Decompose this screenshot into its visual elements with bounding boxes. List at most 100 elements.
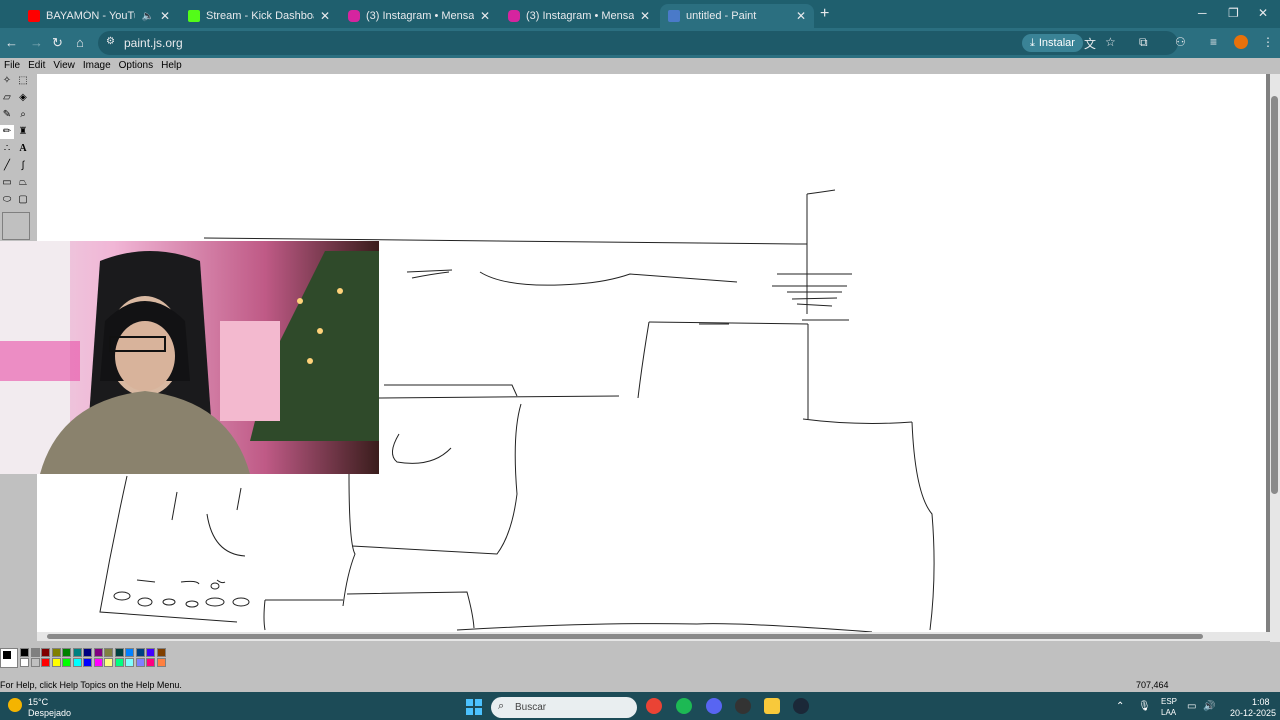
magnifier-tool-icon[interactable]: ⌕ (16, 108, 30, 122)
clock-date[interactable]: 20-12-2025 (1230, 708, 1276, 718)
weather-temperature[interactable]: 15°C (28, 697, 48, 707)
palette-swatch[interactable] (146, 648, 155, 657)
obs-taskbar-icon[interactable] (735, 698, 751, 714)
rectangle-tool-icon[interactable]: ▭ (0, 176, 14, 190)
taskbar-search[interactable] (491, 697, 637, 718)
home-icon[interactable]: ⌂ (76, 35, 84, 50)
palette-swatch[interactable] (114, 658, 124, 667)
palette-swatch[interactable] (135, 648, 145, 657)
keyboard-layout[interactable]: LAA (1161, 708, 1176, 717)
palette-swatch[interactable] (114, 648, 124, 657)
palette-swatch[interactable] (72, 658, 82, 667)
menu-view[interactable]: View (49, 58, 79, 74)
palette-swatch[interactable] (20, 658, 29, 667)
palette-swatch[interactable] (30, 648, 40, 657)
menu-edit[interactable]: Edit (24, 58, 49, 74)
menu-image[interactable]: Image (79, 58, 115, 74)
horizontal-scroll-thumb[interactable] (47, 634, 1203, 639)
menu-options[interactable]: Options (115, 58, 157, 74)
palette-swatch[interactable] (51, 658, 61, 667)
palette-swatch[interactable] (146, 658, 155, 667)
tool-options-panel[interactable] (2, 212, 30, 240)
palette-swatch[interactable] (41, 648, 50, 657)
discord-taskbar-icon[interactable] (706, 698, 722, 714)
reload-icon[interactable]: ↻ (52, 35, 63, 51)
palette-swatch[interactable] (104, 648, 113, 657)
incognito-icon[interactable]: ⚇ (1175, 35, 1186, 49)
close-tab-icon[interactable]: ✕ (160, 9, 170, 23)
chrome-taskbar-icon[interactable] (646, 698, 662, 714)
close-tab-icon[interactable]: ✕ (480, 9, 490, 23)
airbrush-tool-icon[interactable]: ∴ (0, 142, 14, 156)
palette-swatch[interactable] (93, 648, 103, 657)
rounded-rect-tool-icon[interactable]: ▢ (16, 193, 30, 207)
restore-icon[interactable]: ❐ (1228, 6, 1239, 20)
tab-instagram-1[interactable]: (3) Instagram • Mensajes ✕ (340, 4, 498, 28)
tray-chevron-up-icon[interactable]: ⌃ (1116, 701, 1124, 712)
palette-swatch[interactable] (135, 658, 145, 667)
palette-swatch[interactable] (62, 658, 71, 667)
profile-avatar[interactable] (1234, 35, 1248, 49)
close-tab-icon[interactable]: ✕ (320, 9, 330, 23)
fill-tool-icon[interactable]: ◈ (16, 91, 30, 105)
speaker-icon[interactable]: 🔈 (141, 11, 153, 22)
extensions-icon[interactable]: ⧉ (1139, 35, 1148, 50)
forward-icon[interactable]: → (30, 35, 43, 50)
media-controls-icon[interactable]: ≡ (1210, 35, 1217, 49)
microphone-icon[interactable]: 🎙 (1138, 701, 1151, 712)
current-colors[interactable] (0, 648, 18, 668)
network-icon[interactable]: ▭ (1187, 701, 1196, 712)
curve-tool-icon[interactable]: ∫ (16, 159, 30, 173)
polygon-tool-icon[interactable]: ⏢ (16, 176, 30, 190)
minimize-icon[interactable]: ─ (1198, 6, 1207, 20)
site-info-icon[interactable]: ⚙ (106, 36, 115, 47)
palette-swatch[interactable] (72, 648, 82, 657)
palette-swatch[interactable] (156, 658, 166, 667)
spotify-taskbar-icon[interactable] (676, 698, 692, 714)
back-icon[interactable]: ← (5, 35, 18, 50)
color-picker-tool-icon[interactable]: ✎ (0, 108, 14, 122)
tab-instagram-2[interactable]: (3) Instagram • Mensajes ✕ (500, 4, 658, 28)
weather-moon-icon[interactable] (8, 698, 22, 712)
close-window-icon[interactable]: ✕ (1258, 6, 1268, 20)
omnibox[interactable] (98, 31, 1178, 55)
palette-swatch[interactable] (93, 658, 103, 667)
palette-swatch[interactable] (62, 648, 71, 657)
input-language[interactable]: ESP (1161, 697, 1177, 706)
palette-swatch[interactable] (104, 658, 113, 667)
volume-icon[interactable]: 🔊 (1203, 701, 1215, 712)
close-tab-icon[interactable]: ✕ (796, 9, 806, 23)
install-app-button[interactable]: ⤓ Instalar (1022, 34, 1083, 52)
new-tab-button[interactable]: + (820, 5, 829, 23)
file-explorer-taskbar-icon[interactable] (764, 698, 780, 714)
palette-swatch[interactable] (83, 658, 92, 667)
clock-time[interactable]: 1:08 (1252, 697, 1270, 707)
palette-swatch[interactable] (20, 648, 29, 657)
palette-swatch[interactable] (41, 658, 50, 667)
translate-icon[interactable]: 文 (1084, 35, 1096, 52)
menu-file[interactable]: File (0, 58, 24, 74)
rect-select-tool-icon[interactable]: ⬚ (16, 74, 30, 88)
pencil-tool-icon[interactable]: ✏ (0, 125, 14, 139)
weather-condition[interactable]: Despejado (28, 708, 71, 718)
palette-swatch[interactable] (51, 648, 61, 657)
tab-paint[interactable]: untitled - Paint ✕ (660, 4, 814, 28)
palette-swatch[interactable] (30, 658, 40, 667)
ellipse-tool-icon[interactable]: ⬭ (0, 193, 14, 207)
palette-swatch[interactable] (125, 648, 134, 657)
windows-start-icon[interactable] (466, 699, 482, 715)
tab-youtube[interactable]: BAYAMÓN - YouTube 🔈 ✕ (20, 4, 178, 28)
steam-taskbar-icon[interactable] (793, 698, 809, 714)
text-tool-icon[interactable]: A (16, 142, 30, 156)
brush-tool-icon[interactable]: ♜ (16, 125, 30, 139)
palette-swatch[interactable] (83, 648, 92, 657)
chrome-menu-icon[interactable]: ⋮ (1262, 35, 1274, 49)
eraser-tool-icon[interactable]: ▱ (0, 91, 14, 105)
bookmark-star-icon[interactable]: ☆ (1105, 35, 1116, 49)
tab-kick[interactable]: Stream - Kick Dashboard ✕ (180, 4, 338, 28)
palette-swatch[interactable] (125, 658, 134, 667)
menu-help[interactable]: Help (157, 58, 186, 74)
palette-swatch[interactable] (156, 648, 166, 657)
line-tool-icon[interactable]: ╱ (0, 159, 14, 173)
close-tab-icon[interactable]: ✕ (640, 9, 650, 23)
